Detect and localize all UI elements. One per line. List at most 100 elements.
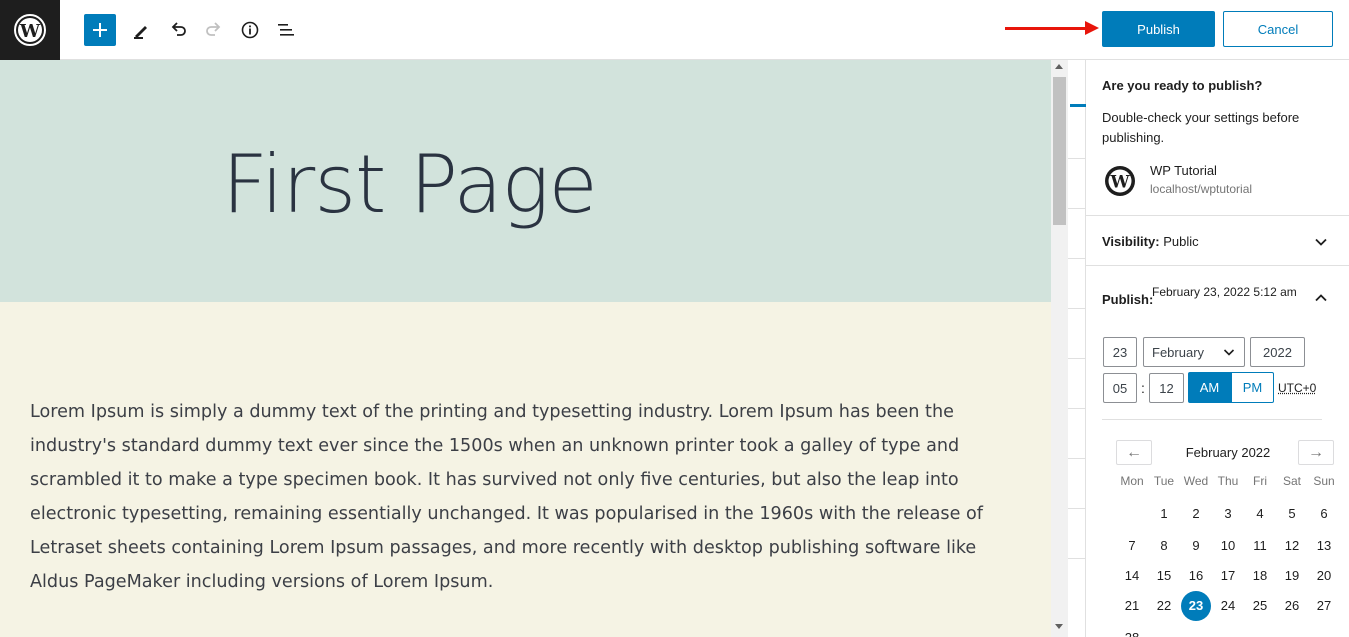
calendar-day[interactable]: 20 <box>1308 562 1340 590</box>
prepublish-description: Double-check your settings before publis… <box>1102 110 1300 145</box>
calendar-day[interactable]: 24 <box>1212 592 1244 620</box>
svg-text:W: W <box>1109 173 1130 193</box>
calendar-day-selected[interactable]: 23 <box>1181 591 1211 621</box>
calendar-day[interactable]: 10 <box>1212 532 1244 560</box>
year-input[interactable]: 2022 <box>1250 337 1305 367</box>
pencil-icon <box>134 26 147 39</box>
divider <box>1086 215 1349 216</box>
add-block-button[interactable] <box>84 14 116 46</box>
calendar-day[interactable]: 15 <box>1148 562 1180 590</box>
cover-block[interactable]: First Page <box>0 60 1051 302</box>
visibility-row[interactable]: Visibility: Public <box>1102 234 1199 249</box>
divider <box>1068 408 1086 409</box>
calendar-day[interactable]: 8 <box>1148 532 1180 560</box>
list-view-icon <box>278 24 294 36</box>
calendar-weekday: Wed <box>1183 474 1209 488</box>
calendar-day[interactable]: 16 <box>1180 562 1212 590</box>
calendar-next-button[interactable]: → <box>1298 440 1334 465</box>
calendar-weekday: Thu <box>1217 474 1239 488</box>
visibility-label: Visibility: <box>1102 234 1160 249</box>
calendar-day[interactable]: 18 <box>1244 562 1276 590</box>
paragraph-block[interactable]: Lorem Ipsum is simply a dummy text of th… <box>30 395 990 599</box>
editor-canvas[interactable]: First Page Lorem Ipsum is simply a dummy… <box>0 60 1051 637</box>
divider <box>1068 558 1086 559</box>
publish-label: Publish: <box>1102 292 1154 307</box>
month-select[interactable]: February <box>1143 337 1245 367</box>
svg-text:W: W <box>19 21 41 42</box>
calendar-day[interactable]: 28 <box>1116 624 1148 637</box>
calendar-day[interactable]: 5 <box>1276 500 1308 528</box>
divider <box>1068 158 1086 159</box>
annotation-arrow-icon <box>1005 21 1099 35</box>
editor-header: W Publish Cancel <box>0 0 1349 60</box>
calendar-weekday: Tue <box>1153 474 1175 488</box>
page-title[interactable]: First Page <box>222 138 598 231</box>
calendar-day[interactable]: 6 <box>1308 500 1340 528</box>
calendar-day[interactable]: 21 <box>1116 592 1148 620</box>
calendar-day[interactable]: 1 <box>1148 500 1180 528</box>
publish-button[interactable]: Publish <box>1102 11 1215 47</box>
calendar-weekday: Sat <box>1282 474 1301 488</box>
wordpress-logo-icon[interactable]: W <box>0 0 60 60</box>
site-icon: W <box>1105 166 1135 196</box>
chevron-down-icon[interactable] <box>1314 235 1328 249</box>
divider <box>1068 208 1086 209</box>
calendar-day[interactable]: 14 <box>1116 562 1148 590</box>
calendar-day[interactable]: 4 <box>1244 500 1276 528</box>
divider <box>1068 508 1086 509</box>
calendar-day[interactable]: 25 <box>1244 592 1276 620</box>
chevron-down-icon <box>1223 349 1235 356</box>
month-select-value: February <box>1152 344 1205 360</box>
calendar-day[interactable]: 13 <box>1308 532 1340 560</box>
am-button[interactable]: AM <box>1188 372 1231 403</box>
details-button[interactable] <box>234 14 266 46</box>
hours-input[interactable]: 05 <box>1103 373 1137 403</box>
day-input[interactable]: 23 <box>1103 337 1137 367</box>
divider <box>1068 308 1086 309</box>
divider <box>1068 258 1086 259</box>
calendar-day[interactable]: 12 <box>1276 532 1308 560</box>
pm-button[interactable]: PM <box>1231 372 1274 403</box>
list-view-button[interactable] <box>270 14 302 46</box>
calendar-day[interactable]: 19 <box>1276 562 1308 590</box>
timezone-label[interactable]: UTC+0 <box>1278 381 1316 395</box>
plus-icon <box>93 23 107 37</box>
site-name: WP Tutorial <box>1150 163 1217 178</box>
settings-sidebar-edge <box>1068 60 1086 637</box>
visibility-value: Public <box>1163 234 1199 249</box>
calendar-day[interactable]: 27 <box>1308 592 1340 620</box>
info-icon <box>241 21 259 39</box>
calendar-weekday: Mon <box>1120 474 1144 488</box>
calendar-day[interactable]: 26 <box>1276 592 1308 620</box>
redo-icon <box>206 22 221 36</box>
scrollbar-thumb[interactable] <box>1053 77 1066 225</box>
divider <box>1086 265 1349 266</box>
undo-button[interactable] <box>162 14 194 46</box>
divider <box>1102 419 1322 420</box>
calendar-day[interactable]: 7 <box>1116 532 1148 560</box>
publish-date-label: Publish: <box>1102 292 1153 307</box>
calendar-day[interactable]: 2 <box>1180 500 1212 528</box>
calendar-day[interactable]: 11 <box>1244 532 1276 560</box>
scroll-down-icon[interactable] <box>1055 624 1063 629</box>
time-separator: : <box>1141 380 1145 396</box>
redo-button[interactable] <box>198 14 230 46</box>
prepublish-heading: Are you ready to publish? <box>1102 78 1263 93</box>
divider <box>1068 458 1086 459</box>
calendar-weekday: Sun <box>1313 474 1335 488</box>
calendar-day[interactable]: 3 <box>1212 500 1244 528</box>
divider <box>1068 358 1086 359</box>
undo-icon <box>171 22 186 36</box>
tools-button[interactable] <box>125 14 157 46</box>
cancel-button[interactable]: Cancel <box>1223 11 1333 47</box>
chevron-up-icon[interactable] <box>1314 291 1328 305</box>
publish-date-value[interactable]: February 23, 2022 5:12 am <box>1152 284 1302 300</box>
scroll-up-icon[interactable] <box>1055 64 1063 69</box>
prepublish-panel: Are you ready to publish? Double-check y… <box>1086 60 1349 637</box>
site-url: localhost/wptutorial <box>1150 182 1253 196</box>
editor-scrollbar[interactable] <box>1051 60 1068 637</box>
calendar-day[interactable]: 17 <box>1212 562 1244 590</box>
minutes-input[interactable]: 12 <box>1149 373 1184 403</box>
calendar-day[interactable]: 22 <box>1148 592 1180 620</box>
calendar-day[interactable]: 9 <box>1180 532 1212 560</box>
